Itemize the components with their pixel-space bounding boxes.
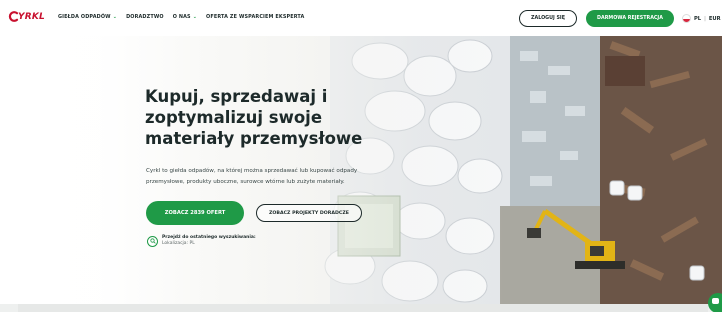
search-icon [147,235,158,247]
main-nav: GIEŁDA ODPADÓW ⌄ DORADZTWO O NAS ⌄ OFERT… [58,14,304,20]
site-header: YRKL GIEŁDA ODPADÓW ⌄ DORADZTWO O NAS ⌄ … [0,0,722,36]
register-button[interactable]: DARMOWA REJESTRACJA [586,10,674,27]
nav-item-label: O NAS [172,14,191,20]
nav-item-oferta-ekspert[interactable]: OFERTA ZE WSPARCIEM EKSPERTA [206,14,304,20]
currency-label: EUR [708,15,721,22]
nav-item-label: DORADZTWO [126,14,164,20]
nav-item-doradztwo[interactable]: DORADZTWO [126,14,164,20]
chevron-down-icon: ⌄ [112,13,118,20]
hero-section: Kupuj, sprzedawaj i zoptymalizuj swoje m… [0,36,722,304]
last-search-texts: Przejdź do ostatniego wyszukiwania: Loka… [162,235,256,247]
poland-flag-icon [682,14,691,23]
last-search-link[interactable]: Przejdź do ostatniego wyszukiwania: Loka… [147,235,256,247]
login-button[interactable]: ZALOGUJ SIĘ [519,10,577,27]
see-consulting-projects-button[interactable]: ZOBACZ PROJEKTY DORADCZE [256,204,362,222]
cyrkl-logo[interactable]: YRKL [8,11,45,22]
language-currency-switcher[interactable]: PL | EUR [682,14,721,23]
logo-text: YRKL [18,11,45,22]
nav-item-label: OFERTA ZE WSPARCIEM EKSPERTA [206,14,305,20]
nav-item-o-nas[interactable]: O NAS ⌄ [173,14,197,20]
chevron-down-icon: ⌄ [192,13,198,20]
nav-item-gielda-odpadow[interactable]: GIEŁDA ODPADÓW ⌄ [58,14,117,20]
language-label: PL [694,15,702,22]
last-search-location: Lokalizacja: PL [162,241,195,246]
bottom-card-edge [18,304,708,312]
chat-icon[interactable] [708,293,722,312]
hero-headline: Kupuj, sprzedawaj i zoptymalizuj swoje m… [145,87,363,148]
see-offers-button[interactable]: ZOBACZ 2839 OFERT [146,201,244,225]
separator: | [704,15,706,22]
nav-item-label: GIEŁDA ODPADÓW [58,14,111,20]
hero-subtitle: Cyrkl to giełda odpadów, na której można… [146,168,358,185]
